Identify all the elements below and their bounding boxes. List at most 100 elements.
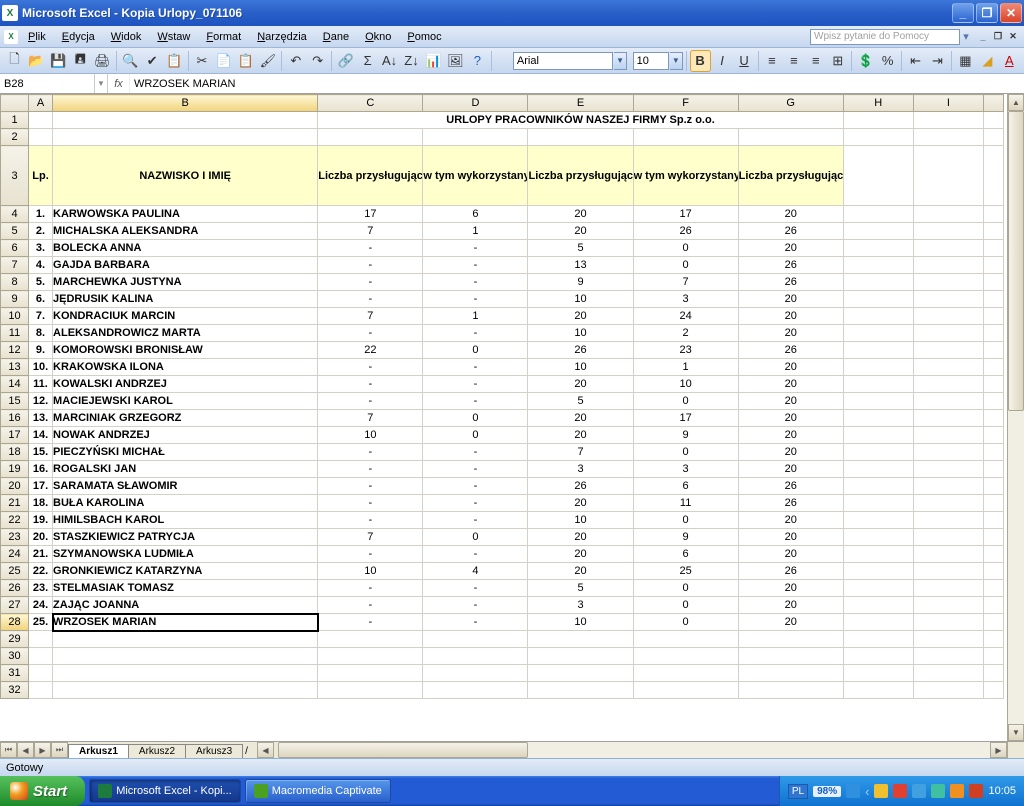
minimize-button[interactable]: _ xyxy=(952,3,974,23)
scroll-thumb[interactable] xyxy=(1008,111,1024,411)
tray-icon[interactable] xyxy=(969,784,983,798)
undo-button[interactable]: ↶ xyxy=(285,50,306,72)
select-all-corner[interactable] xyxy=(1,95,29,112)
italic-button[interactable]: I xyxy=(712,50,733,72)
horizontal-scrollbar[interactable] xyxy=(278,742,990,758)
column-header-E[interactable]: E xyxy=(528,95,633,112)
bold-button[interactable]: B xyxy=(690,50,711,72)
redo-button[interactable]: ↷ xyxy=(307,50,328,72)
header-d[interactable]: w tym wykorzystanych xyxy=(423,146,528,206)
align-right-button[interactable]: ≡ xyxy=(805,50,826,72)
column-header-D[interactable]: D xyxy=(423,95,528,112)
row-header-19[interactable]: 19 xyxy=(1,461,29,478)
name-box[interactable]: B28 xyxy=(0,74,95,93)
row-header-31[interactable]: 31 xyxy=(1,665,29,682)
chart-button[interactable]: 📊 xyxy=(423,50,444,72)
save-button[interactable]: 💾 xyxy=(48,50,69,72)
row-header-3[interactable]: 3 xyxy=(1,146,29,206)
hscroll-thumb[interactable] xyxy=(278,742,528,758)
tab-next-button[interactable]: ▶ xyxy=(34,742,51,758)
row-header-11[interactable]: 11 xyxy=(1,325,29,342)
menu-format[interactable]: Format xyxy=(198,29,249,45)
tray-icon[interactable] xyxy=(950,784,964,798)
row-header-29[interactable]: 29 xyxy=(1,631,29,648)
open-button[interactable]: 📂 xyxy=(26,50,47,72)
menu-wstaw[interactable]: Wstaw xyxy=(149,29,198,45)
doc-restore-button[interactable]: ❐ xyxy=(991,30,1005,44)
row-header-23[interactable]: 23 xyxy=(1,529,29,546)
taskbar-item-excel[interactable]: Microsoft Excel - Kopi... xyxy=(89,779,241,803)
name-box-dropdown-icon[interactable]: ▼ xyxy=(95,74,108,93)
row-header-10[interactable]: 10 xyxy=(1,308,29,325)
hyperlink-button[interactable]: 🔗 xyxy=(335,50,356,72)
tab-first-button[interactable]: ⏮ xyxy=(0,742,17,758)
increase-indent-button[interactable]: ⇥ xyxy=(927,50,948,72)
row-header-20[interactable]: 20 xyxy=(1,478,29,495)
row-header-13[interactable]: 13 xyxy=(1,359,29,376)
column-header-C[interactable]: C xyxy=(318,95,423,112)
formula-input[interactable]: WRZOSEK MARIAN xyxy=(130,74,1024,93)
row-header-4[interactable]: 4 xyxy=(1,206,29,223)
tray-icon[interactable] xyxy=(893,784,907,798)
column-header-B[interactable]: B xyxy=(53,95,318,112)
vertical-scrollbar[interactable]: ▲ ▼ xyxy=(1007,94,1024,741)
menu-edycja[interactable]: Edycja xyxy=(54,29,103,45)
row-header-30[interactable]: 30 xyxy=(1,648,29,665)
autosum-button[interactable]: Σ xyxy=(357,50,378,72)
language-indicator[interactable]: PL xyxy=(788,784,808,799)
copy-button[interactable]: 📄 xyxy=(213,50,234,72)
row-header-28[interactable]: 28 xyxy=(1,614,29,631)
merge-center-button[interactable]: ⊞ xyxy=(827,50,848,72)
header-e[interactable]: Liczba przysługujących dni urlopu w 2006… xyxy=(528,146,633,206)
menu-okno[interactable]: Okno xyxy=(357,29,399,45)
drawing-button[interactable]: 🖼 xyxy=(445,50,466,72)
align-center-button[interactable]: ≡ xyxy=(783,50,804,72)
row-header-32[interactable]: 32 xyxy=(1,682,29,699)
help-dropdown-icon[interactable]: ▾ xyxy=(960,30,972,43)
fx-icon[interactable]: fx xyxy=(108,74,130,93)
row-header-26[interactable]: 26 xyxy=(1,580,29,597)
print-preview-button[interactable]: 🔍 xyxy=(120,50,141,72)
row-header-8[interactable]: 8 xyxy=(1,274,29,291)
help-search-input[interactable]: Wpisz pytanie do Pomocy xyxy=(810,29,960,45)
clock[interactable]: 10:05 xyxy=(988,785,1016,797)
sheet-title[interactable]: URLOPY PRACOWNIKÓW NASZEJ FIRMY Sp.z o.o… xyxy=(318,112,843,129)
sheet-tab-arkusz1[interactable]: Arkusz1 xyxy=(68,744,129,758)
row-header-15[interactable]: 15 xyxy=(1,393,29,410)
percent-button[interactable]: % xyxy=(877,50,898,72)
header-c[interactable]: Liczba przysługujących dni urlopu w 2005… xyxy=(318,146,423,206)
row-header-22[interactable]: 22 xyxy=(1,512,29,529)
row-header-24[interactable]: 24 xyxy=(1,546,29,563)
battery-indicator[interactable]: 98% xyxy=(813,786,841,797)
row-header-9[interactable]: 9 xyxy=(1,291,29,308)
help-button[interactable]: ? xyxy=(467,50,488,72)
row-header-6[interactable]: 6 xyxy=(1,240,29,257)
tab-last-button[interactable]: ⏭ xyxy=(51,742,68,758)
cut-button[interactable]: ✂ xyxy=(192,50,213,72)
row-header-27[interactable]: 27 xyxy=(1,597,29,614)
column-header-F[interactable]: F xyxy=(633,95,738,112)
research-button[interactable]: 📋 xyxy=(164,50,185,72)
menu-widok[interactable]: Widok xyxy=(103,29,150,45)
permission-button[interactable]: 🖪 xyxy=(70,50,91,72)
row-header-14[interactable]: 14 xyxy=(1,376,29,393)
print-button[interactable]: 🖨 xyxy=(92,50,113,72)
fill-color-button[interactable]: ◢ xyxy=(977,50,998,72)
sort-asc-button[interactable]: A↓ xyxy=(379,50,400,72)
header-lp[interactable]: Lp. xyxy=(29,146,53,206)
tray-icon[interactable] xyxy=(931,784,945,798)
doc-close-button[interactable]: ✕ xyxy=(1006,30,1020,44)
new-button[interactable]: 🗋 xyxy=(4,50,25,72)
tray-icon[interactable] xyxy=(846,784,860,798)
row-header-5[interactable]: 5 xyxy=(1,223,29,240)
hscroll-right-button[interactable]: ▶ xyxy=(990,742,1007,758)
spelling-button[interactable]: ✔ xyxy=(142,50,163,72)
grid[interactable]: ABCDEFGHI 1URLOPY PRACOWNIKÓW NASZEJ FIR… xyxy=(0,94,1004,699)
header-g[interactable]: Liczba przysługujących dni urlopu w 2007… xyxy=(738,146,843,206)
close-button[interactable]: ✕ xyxy=(1000,3,1022,23)
sheet-tab-arkusz2[interactable]: Arkusz2 xyxy=(128,744,186,758)
row-header-2[interactable]: 2 xyxy=(1,129,29,146)
doc-minimize-button[interactable]: _ xyxy=(976,30,990,44)
row-header-21[interactable]: 21 xyxy=(1,495,29,512)
row-header-1[interactable]: 1 xyxy=(1,112,29,129)
